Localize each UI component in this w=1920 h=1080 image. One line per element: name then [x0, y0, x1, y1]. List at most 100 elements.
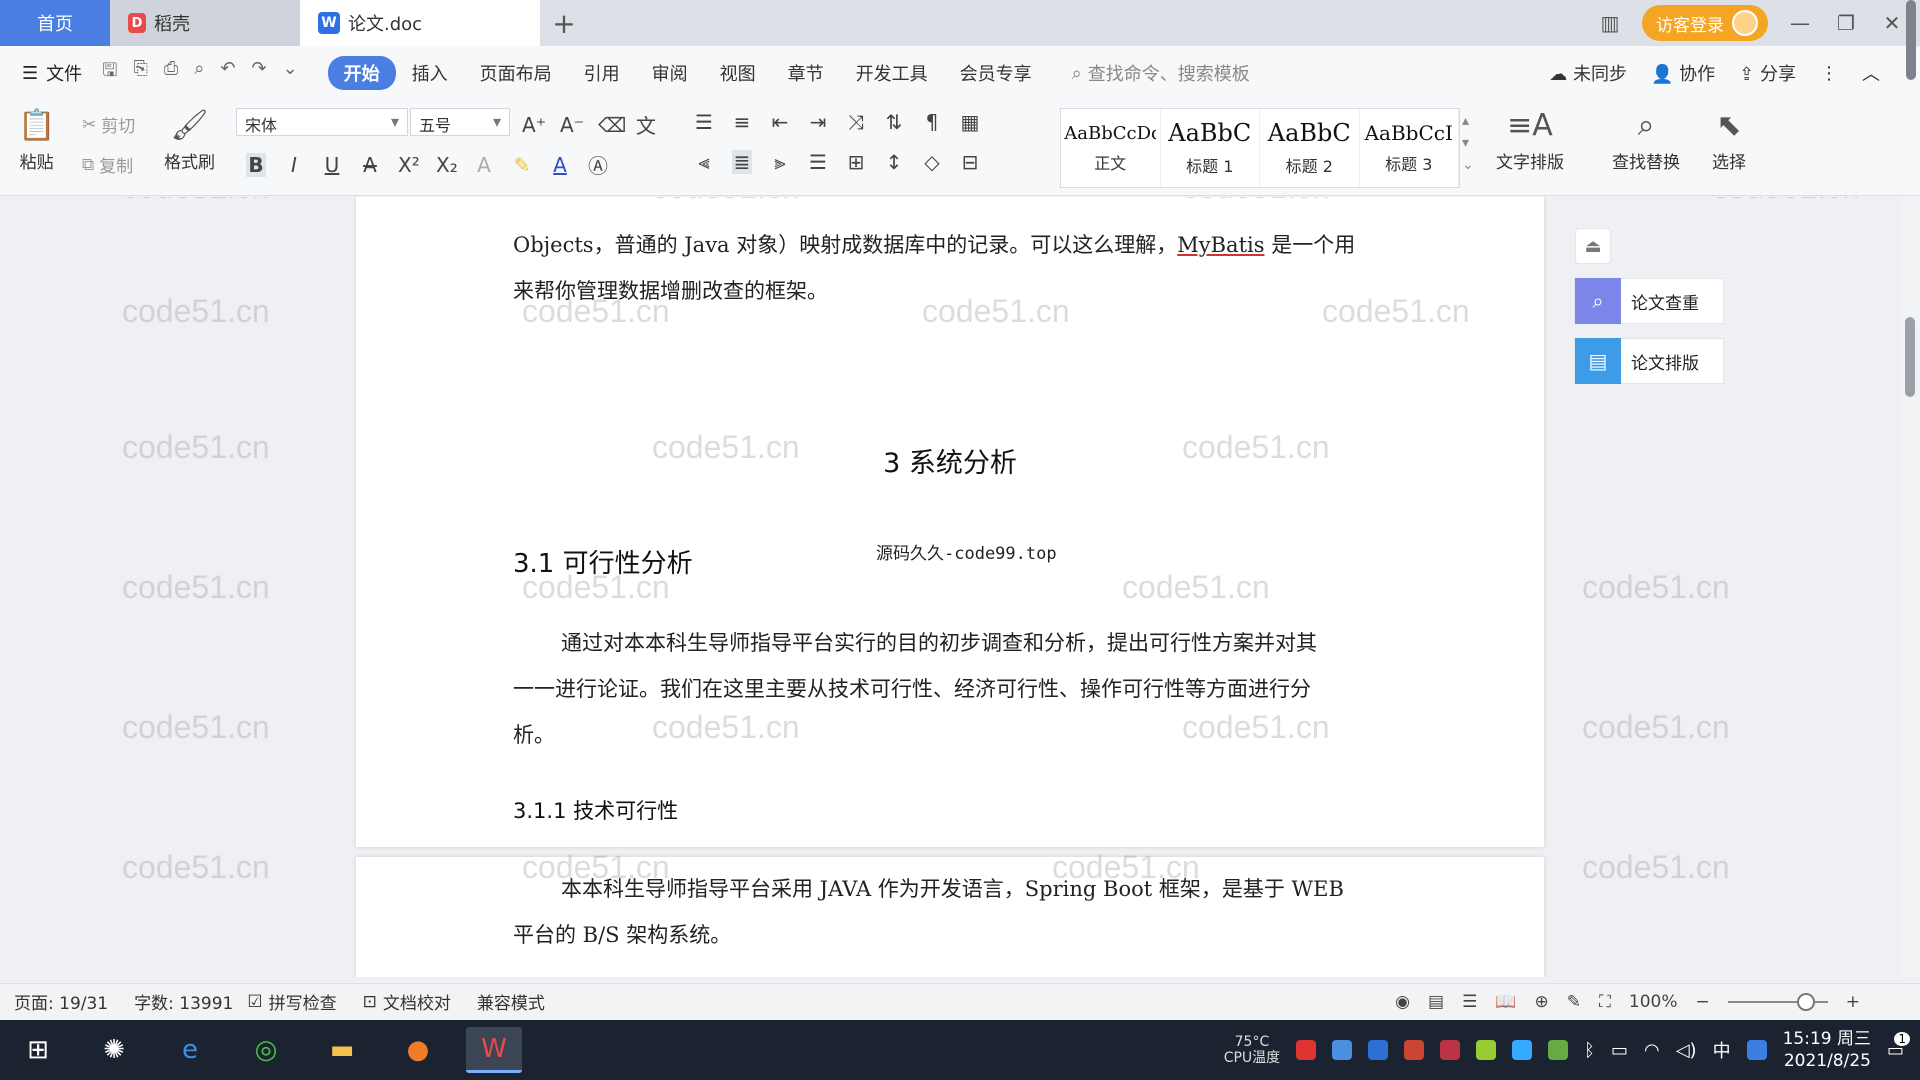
underline-icon[interactable]: U [322, 153, 342, 177]
save-icon[interactable]: 🖫 [102, 58, 117, 88]
paste-button[interactable]: 📋 粘贴 [18, 104, 55, 173]
sort-icon[interactable]: ⇅ [884, 110, 904, 134]
tray-app-icon[interactable] [1296, 1040, 1317, 1060]
start-windows-icon[interactable]: ⊞ [10, 1027, 66, 1073]
outline-view-icon[interactable]: ☰ [1462, 992, 1477, 1012]
preview-icon[interactable]: ⌕ [194, 58, 204, 88]
web-view-icon[interactable]: ⊕ [1534, 992, 1548, 1012]
browser-360-icon[interactable]: ◎ [238, 1027, 294, 1073]
style-scroll-icon[interactable]: ▴ ▾ ⌄ [1462, 110, 1474, 176]
customize-icon[interactable]: ⌄ [283, 58, 298, 88]
superscript-icon[interactable]: X² [398, 153, 420, 177]
proofread-button[interactable]: ⊡ 文档校对 [363, 989, 451, 1015]
more-icon[interactable]: ⋮ [1820, 63, 1838, 84]
increase-indent-icon[interactable]: ⇥ [808, 110, 828, 134]
window-scroll-thumb[interactable] [1906, 0, 1916, 80]
shield-icon[interactable] [1368, 1040, 1389, 1060]
scroll-thumb[interactable] [1905, 317, 1915, 397]
tray-app-icon[interactable] [1512, 1040, 1533, 1060]
redo-icon[interactable]: ↷ [251, 58, 266, 88]
menu-developer[interactable]: 开发工具 [840, 56, 944, 90]
document-page-next[interactable]: 本本科生导师指导平台采用 JAVA 作为开发语言，Spring Boot 框架，… [356, 857, 1544, 977]
shading-icon[interactable]: ◇ [922, 150, 942, 174]
print-icon[interactable]: ⎙ [164, 58, 178, 88]
text-direction-icon[interactable]: ⤨ [846, 110, 866, 134]
bullets-icon[interactable]: ☰ [694, 110, 714, 134]
recorder-app-icon[interactable]: ● [390, 1027, 446, 1073]
font-size-select[interactable]: 五号 ▾ [410, 108, 510, 136]
zoom-slider-handle[interactable] [1796, 992, 1815, 1011]
find-replace-button[interactable]: ⌕ 查找替换 [1612, 104, 1680, 173]
font-color-icon[interactable]: A [550, 153, 570, 177]
show-marks-icon[interactable]: ¶ [922, 110, 942, 134]
guest-login-button[interactable]: 访客登录 [1642, 5, 1768, 41]
copy-button[interactable]: ⧉ 复制 [82, 152, 133, 178]
tray-app-icon[interactable] [1440, 1040, 1461, 1060]
grow-font-icon[interactable]: A⁺ [522, 113, 546, 137]
menu-view[interactable]: 视图 [704, 56, 772, 90]
zoom-out-icon[interactable]: − [1696, 992, 1710, 1012]
tray-app-icon[interactable] [1332, 1040, 1353, 1060]
table-icon[interactable]: ▦ [960, 110, 980, 134]
numbering-icon[interactable]: ≡ [732, 110, 752, 134]
format-painter-button[interactable]: 🖌 格式刷 [164, 104, 215, 173]
collab-button[interactable]: 👤 协作 [1651, 60, 1715, 86]
select-button[interactable]: ⬉ 选择 [1712, 104, 1746, 173]
align-right-icon[interactable]: ⫸ [770, 150, 790, 174]
qq-icon[interactable] [1746, 1040, 1767, 1060]
tray-app-icon[interactable] [1476, 1040, 1497, 1060]
vertical-scrollbar[interactable] [1900, 197, 1920, 977]
spell-check-button[interactable]: ☑ 拼写检查 [247, 989, 336, 1015]
distribute-icon[interactable]: ⊞ [846, 150, 866, 174]
tray-app-icon[interactable] [1548, 1040, 1569, 1060]
bluetooth-icon[interactable]: ᛒ [1584, 1040, 1595, 1061]
shrink-font-icon[interactable]: A⁻ [560, 113, 584, 137]
file-menu[interactable]: ☰ 文件 [22, 60, 82, 86]
paper-layout-button[interactable]: ▤ 论文排版 [1574, 338, 1724, 384]
menu-home[interactable]: 开始 [327, 56, 396, 90]
tab-document[interactable]: W 论文.doc [300, 0, 540, 46]
pinwheel-app-icon[interactable]: ✺ [86, 1027, 142, 1073]
fit-page-icon[interactable]: ⛶ [1599, 992, 1611, 1012]
menu-references[interactable]: 引用 [568, 56, 636, 90]
subscript-icon[interactable]: X₂ [436, 153, 458, 177]
document-page[interactable]: Objects，普通的 Java 对象）映射成数据库中的记录。可以这么理解，My… [356, 197, 1544, 847]
text-layout-button[interactable]: ≡A 文字排版 [1496, 104, 1564, 173]
zoom-level[interactable]: 100% [1629, 992, 1678, 1012]
menu-review[interactable]: 审阅 [636, 56, 704, 90]
file-explorer-icon[interactable]: ▬ [314, 1027, 370, 1073]
clock[interactable]: 15:19 周三 2021/8/25 [1783, 1028, 1871, 1072]
align-center-icon[interactable]: ≣ [732, 150, 752, 174]
style-heading-3[interactable]: AaBbCcI 标题 3 [1360, 109, 1459, 187]
style-heading-2[interactable]: AaBbC 标题 2 [1260, 109, 1360, 187]
phonetic-icon[interactable]: 文 [636, 110, 656, 139]
reading-view-icon[interactable]: 📖 [1495, 992, 1516, 1012]
paper-check-button[interactable]: ⌕ 论文查重 [1574, 278, 1724, 324]
menu-insert[interactable]: 插入 [396, 56, 464, 90]
sync-button[interactable]: ☁ 未同步 [1549, 60, 1627, 86]
tab-home[interactable]: 首页 [0, 0, 110, 46]
ime-indicator[interactable]: 中 [1713, 1037, 1731, 1063]
justify-icon[interactable]: ☰ [808, 150, 828, 174]
line-spacing-icon[interactable]: ↕ [884, 150, 904, 174]
ie-browser-icon[interactable]: e [162, 1027, 218, 1073]
tray-app-icon[interactable] [1404, 1040, 1425, 1060]
align-left-icon[interactable]: ⫷ [694, 150, 714, 174]
wps-writer-icon[interactable]: W [466, 1027, 522, 1073]
style-heading-1[interactable]: AaBbC 标题 1 [1161, 109, 1260, 187]
zoom-slider[interactable] [1727, 992, 1828, 1011]
highlight-icon[interactable]: ✎ [512, 153, 532, 177]
eye-protection-icon[interactable]: ◉ [1395, 992, 1410, 1012]
word-count[interactable]: 字数: 13991 [134, 989, 233, 1014]
zoom-in-icon[interactable]: + [1846, 992, 1860, 1012]
minimize-icon[interactable]: — [1786, 11, 1814, 35]
new-tab-button[interactable]: + [540, 0, 588, 46]
tab-docer[interactable]: D 稻壳 [110, 0, 300, 46]
restore-icon[interactable]: ❐ [1832, 11, 1860, 35]
layout-toggle-icon[interactable]: ▥ [1596, 11, 1624, 35]
write-mode-icon[interactable]: ✎ [1567, 992, 1581, 1012]
page-indicator[interactable]: 页面: 19/31 [14, 989, 108, 1014]
char-border-icon[interactable]: Ⓐ [588, 150, 608, 179]
battery-icon[interactable]: ▭ [1611, 1040, 1628, 1061]
command-search[interactable]: ⌕ 查找命令、搜索模板 [1072, 60, 1250, 86]
